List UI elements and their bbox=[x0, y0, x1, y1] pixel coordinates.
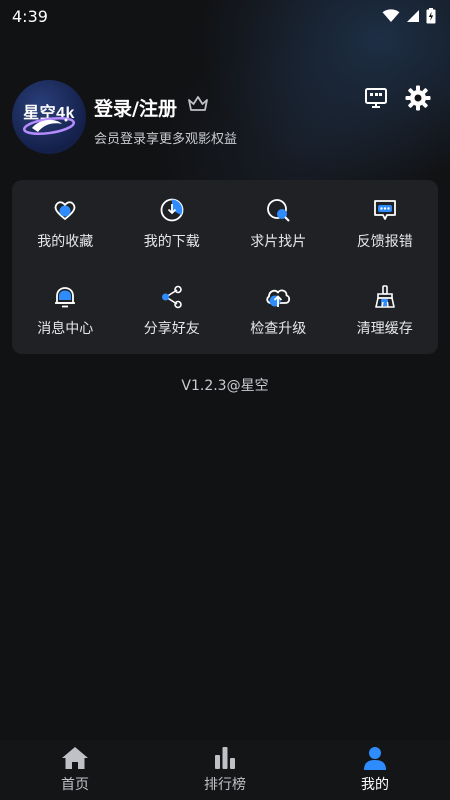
heart-icon bbox=[54, 200, 76, 220]
gear-icon[interactable] bbox=[404, 84, 432, 112]
feedback-icon bbox=[373, 199, 396, 220]
status-time: 4:39 bbox=[12, 6, 48, 26]
bell-icon bbox=[55, 286, 76, 307]
user-icon bbox=[364, 747, 386, 770]
version-label: V1.2.3@星空 bbox=[181, 378, 269, 394]
menu-item-clear-cache[interactable]: 清理缓存 bbox=[332, 267, 439, 354]
search-film-icon bbox=[267, 198, 290, 222]
battery-charging-icon bbox=[426, 8, 436, 24]
nav-item-home[interactable]: 首页 bbox=[0, 740, 150, 800]
cloud-upload-icon bbox=[266, 289, 291, 307]
menu-item-label: 消息中心 bbox=[37, 320, 94, 337]
bottom-navigation: 首页 排行榜 我的 bbox=[0, 740, 450, 800]
nav-label: 排行榜 bbox=[204, 777, 246, 793]
menu-item-label: 分享好友 bbox=[143, 320, 200, 337]
menu-item-messages[interactable]: 消息中心 bbox=[12, 267, 119, 354]
status-bar: 4:39 bbox=[0, 0, 450, 32]
planet-ring-icon bbox=[22, 116, 76, 136]
nav-item-ranking[interactable]: 排行榜 bbox=[150, 740, 300, 800]
menu-item-label: 检查升级 bbox=[250, 320, 307, 337]
broom-icon bbox=[374, 284, 395, 308]
signal-icon bbox=[407, 10, 419, 22]
wifi-icon bbox=[382, 9, 400, 22]
menu-item-label: 反馈报错 bbox=[356, 233, 413, 250]
tv-cast-icon[interactable] bbox=[364, 86, 388, 110]
menu-item-label: 求片找片 bbox=[250, 233, 307, 250]
menu-item-downloads[interactable]: 我的下载 bbox=[119, 180, 226, 267]
ranking-icon bbox=[215, 747, 235, 769]
menu-item-request-film[interactable]: 求片找片 bbox=[225, 180, 332, 267]
menu-item-favorites[interactable]: 我的收藏 bbox=[12, 180, 119, 267]
vip-crown-icon bbox=[188, 96, 208, 111]
menu-item-share[interactable]: 分享好友 bbox=[119, 267, 226, 354]
home-icon bbox=[62, 747, 88, 769]
nav-label: 我的 bbox=[361, 777, 389, 793]
nav-item-profile[interactable]: 我的 bbox=[300, 740, 450, 800]
status-icons bbox=[382, 8, 436, 24]
avatar[interactable]: 星空4k bbox=[12, 80, 86, 154]
login-register-link[interactable]: 登录/注册 bbox=[94, 94, 177, 121]
menu-item-label: 清理缓存 bbox=[356, 320, 413, 337]
profile-header: 星空4k 登录/注册 会员登录享更多观影权益 bbox=[12, 80, 438, 156]
feature-grid: 我的收藏 我的下载 求片找片 反馈报错 消息中心 分享好友 检查升级 清理缓存 bbox=[12, 180, 438, 354]
download-icon bbox=[160, 198, 184, 221]
menu-item-check-update[interactable]: 检查升级 bbox=[225, 267, 332, 354]
member-subtitle: 会员登录享更多观影权益 bbox=[94, 132, 238, 147]
menu-item-label: 我的下载 bbox=[143, 233, 200, 250]
nav-label: 首页 bbox=[61, 777, 89, 793]
share-icon bbox=[161, 285, 182, 308]
menu-item-feedback[interactable]: 反馈报错 bbox=[332, 180, 439, 267]
menu-item-label: 我的收藏 bbox=[37, 233, 94, 250]
